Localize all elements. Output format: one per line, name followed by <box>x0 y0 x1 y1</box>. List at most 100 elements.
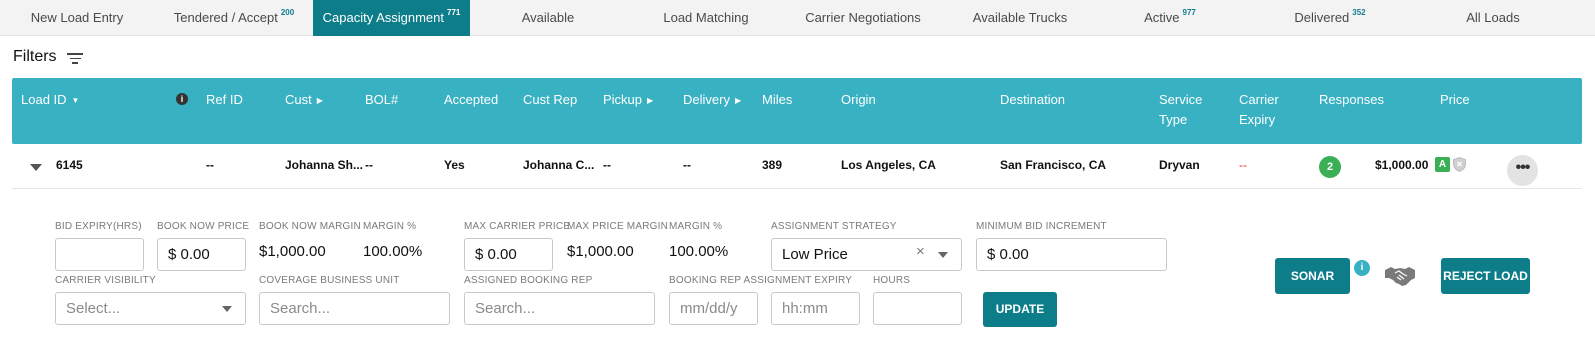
grid-header: Load ID ▼ i Ref ID Cust ▶ BOL# Accepted Cu… <box>12 78 1582 144</box>
tab-label: All Loads <box>1466 10 1520 25</box>
chevron-down-icon[interactable] <box>938 252 948 258</box>
cell-cust-rep: Johanna C... <box>523 158 595 172</box>
hours-input[interactable] <box>873 292 962 325</box>
assignment-strategy-label: ASSIGNMENT STRATEGY <box>771 221 897 232</box>
book-now-margin-label: BOOK NOW MARGIN <box>259 221 361 232</box>
cell-carrier-expiry: -- <box>1239 158 1247 172</box>
col-miles[interactable]: Miles <box>762 90 792 110</box>
book-now-margin-value: $1,000.00 <box>259 243 326 260</box>
expiry-time-input[interactable]: hh:mm <box>771 292 860 325</box>
reject-load-button[interactable]: REJECT LOAD <box>1441 258 1530 294</box>
col-carrier-expiry[interactable]: Carrier Expiry <box>1239 90 1279 130</box>
main-content: Filters Load ID ▼ i Ref ID Cust ▶ BOL# Acc… <box>0 36 1595 350</box>
coverage-bu-label: COVERAGE BUSINESS UNIT <box>259 275 400 286</box>
tab-tendered-accept[interactable]: Tendered / Accept 200 <box>160 0 308 36</box>
book-now-price-label: BOOK NOW PRICE <box>157 221 250 232</box>
hours-label: HOURS <box>873 275 911 286</box>
chevron-right-icon: ▶ <box>316 95 323 105</box>
tab-available[interactable]: Available <box>498 0 598 36</box>
col-ref-id[interactable]: Ref ID <box>206 90 243 110</box>
col-service-type[interactable]: Service Type <box>1159 90 1202 130</box>
chevron-right-icon: ▶ <box>647 95 654 105</box>
handshake-icon <box>1385 267 1415 286</box>
max-price-margin-value: $1,000.00 <box>567 243 634 260</box>
tab-capacity-assignment[interactable]: Capacity Assignment 771 <box>313 0 470 36</box>
info-icon[interactable]: i <box>176 93 188 105</box>
col-bol[interactable]: BOL# <box>365 90 398 110</box>
cell-accepted: Yes <box>444 158 465 172</box>
tab-label: Carrier Negotiations <box>805 10 921 25</box>
tab-label: Available <box>521 10 575 25</box>
tab-count: 977 <box>1182 8 1196 17</box>
tab-available-trucks[interactable]: Available Trucks <box>965 0 1075 36</box>
tab-label: Active <box>1144 10 1180 25</box>
tab-active[interactable]: Active 977 <box>1130 0 1210 36</box>
col-pickup[interactable]: Pickup ▶ <box>603 90 653 111</box>
col-cust[interactable]: Cust ▶ <box>285 90 323 111</box>
filters-label[interactable]: Filters <box>13 48 57 66</box>
cell-price: $1,000.00 <box>1375 158 1429 172</box>
col-destination[interactable]: Destination <box>1000 90 1065 110</box>
max-carrier-price-label: MAX CARRIER PRICE <box>464 221 571 232</box>
more-options-button[interactable]: ••• <box>1507 155 1538 186</box>
col-cust-rep[interactable]: Cust Rep <box>523 90 577 110</box>
tab-delivered[interactable]: Delivered 352 <box>1280 0 1380 36</box>
expiry-date-input[interactable]: mm/dd/y <box>669 292 758 325</box>
tab-label: Load Matching <box>663 10 749 25</box>
assigned-booking-rep-input[interactable]: Search... <box>464 292 655 325</box>
booking-rep-expiry-label: BOOKING REP ASSIGNMENT EXPIRY <box>669 275 853 286</box>
assignment-strategy-select[interactable]: Low Price <box>771 238 962 271</box>
min-bid-increment-label: MINIMUM BID INCREMENT <box>976 221 1107 232</box>
tab-count: 200 <box>280 8 295 17</box>
cell-origin: Los Angeles, CA <box>841 158 936 172</box>
cell-cust: Johanna Sh... <box>285 158 364 172</box>
min-bid-increment-input[interactable]: $ 0.00 <box>976 238 1167 271</box>
sonar-info-icon[interactable]: i <box>1354 260 1370 276</box>
tab-all-loads[interactable]: All Loads <box>1455 0 1531 36</box>
tab-load-matching[interactable]: Load Matching <box>645 0 767 36</box>
tab-carrier-negotiations[interactable]: Carrier Negotiations <box>793 0 933 36</box>
chevron-down-icon[interactable] <box>222 306 232 312</box>
col-responses[interactable]: Responses <box>1319 90 1384 110</box>
col-price[interactable]: Price <box>1440 90 1470 110</box>
col-load-id[interactable]: Load ID ▼ <box>21 90 79 111</box>
bid-expiry-input[interactable] <box>55 238 144 271</box>
cell-bol: -- <box>365 158 373 172</box>
carrier-visibility-select[interactable]: Select... <box>55 292 246 325</box>
tab-label: New Load Entry <box>30 10 124 25</box>
col-accepted[interactable]: Accepted <box>444 90 498 110</box>
tab-count: 771 <box>447 8 461 17</box>
sonar-button[interactable]: SONAR <box>1275 258 1350 294</box>
load-details-panel: BID EXPIRY(HRS) BOOK NOW PRICE BOOK NOW … <box>12 189 1582 350</box>
price-grade-badge: A <box>1435 157 1450 172</box>
col-delivery[interactable]: Delivery ▶ <box>683 90 741 111</box>
tab-label: Delivered <box>1294 10 1350 25</box>
tab-label: Tendered / Accept <box>173 10 278 25</box>
margin-pct-value: 100.00% <box>363 243 423 260</box>
clear-icon[interactable]: × <box>916 243 925 260</box>
tab-label: Capacity Assignment <box>322 10 445 25</box>
carrier-visibility-placeholder: Select... <box>66 300 121 317</box>
bid-expiry-label: BID EXPIRY(HRS) <box>55 221 142 232</box>
cell-miles: 389 <box>762 158 783 172</box>
book-now-price-input[interactable]: $ 0.00 <box>157 238 246 271</box>
tab-new-load-entry[interactable]: New Load Entry <box>18 0 136 36</box>
expand-caret-icon[interactable] <box>30 164 42 171</box>
max-price-margin-label: MAX PRICE MARGIN <box>567 221 668 232</box>
chevron-right-icon: ▶ <box>734 95 742 105</box>
max-carrier-price-input[interactable]: $ 0.00 <box>464 238 553 271</box>
filter-icon[interactable] <box>67 53 83 65</box>
table-row[interactable]: 6145 -- Johanna Sh... -- Yes Johanna C..… <box>12 151 1582 189</box>
cell-service-type: Dryvan <box>1159 158 1200 172</box>
shield-icon <box>1453 157 1466 172</box>
col-origin[interactable]: Origin <box>841 90 876 110</box>
sort-down-icon: ▼ <box>71 95 80 105</box>
coverage-bu-input[interactable]: Search... <box>259 292 450 325</box>
assigned-booking-rep-label: ASSIGNED BOOKING REP <box>464 275 593 286</box>
carrier-visibility-label: CARRIER VISIBILITY <box>55 275 156 286</box>
margin-pct-2-value: 100.00% <box>669 243 729 260</box>
responses-badge[interactable]: 2 <box>1319 156 1341 178</box>
tab-label: Available Trucks <box>972 10 1068 25</box>
assignment-strategy-value: Low Price <box>782 246 848 263</box>
update-button[interactable]: UPDATE <box>983 292 1057 327</box>
